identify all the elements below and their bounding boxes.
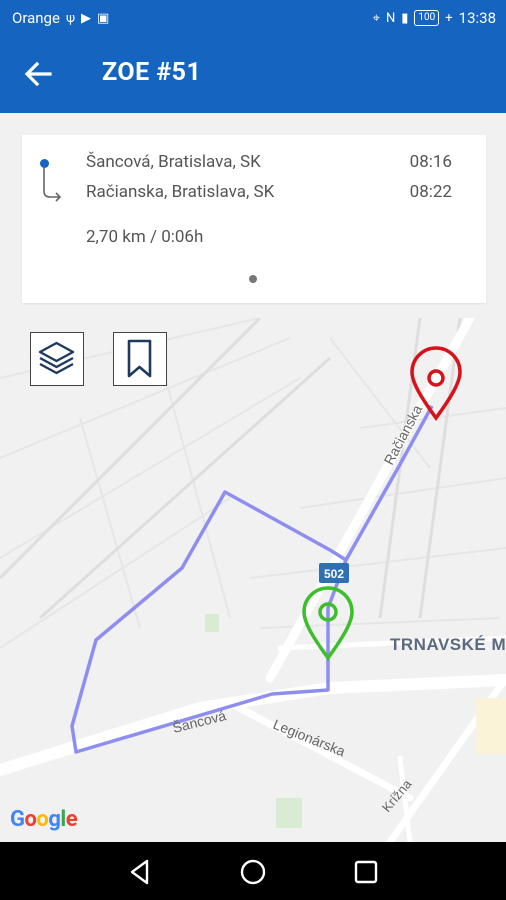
trip-from-time: 08:16: [409, 152, 452, 172]
building-area: [476, 698, 506, 754]
layers-button[interactable]: [30, 332, 84, 386]
circle-home-icon: [240, 859, 266, 885]
trip-summary: 2,70 km / 0:06h: [86, 227, 204, 247]
clock: 13:38: [458, 9, 496, 27]
trip-from: Šancová, Bratislava, SK: [86, 152, 261, 172]
app-bar: ZOE #51: [0, 36, 506, 113]
status-left: Orange ψ ▶ ▣: [12, 9, 109, 27]
back-button[interactable]: [18, 56, 58, 92]
arrow-back-icon: [24, 61, 52, 87]
signal-icon: ▮: [401, 10, 409, 26]
trip-to-time: 08:22: [409, 182, 452, 202]
trip-to: Račianska, Bratislava, SK: [86, 182, 275, 202]
system-nav-bar: [0, 842, 506, 900]
page-title: ZOE #51: [102, 58, 202, 87]
carrier-name: Orange: [12, 9, 60, 27]
page-indicator[interactable]: [249, 275, 257, 283]
android-icon: ▣: [97, 10, 110, 26]
triangle-back-icon: [130, 859, 149, 885]
bookmark-icon: [127, 339, 152, 378]
status-bar: Orange ψ ▶ ▣ ⌖ N ▮ 100 + 13:38: [0, 0, 506, 36]
usb-icon: ψ: [65, 10, 76, 26]
street-label-legionarska: Legionárska: [271, 716, 348, 759]
trip-card-area: Šancová, Bratislava, SK 08:16 Račianska,…: [0, 113, 506, 318]
map-canvas[interactable]: 502 Račianska Šancová Legionárska Krížna…: [0, 318, 506, 842]
bookmark-button[interactable]: [113, 332, 167, 386]
road-badge: 502: [319, 563, 349, 583]
battery-icon: 100: [414, 10, 440, 26]
location-icon: ⌖: [372, 10, 380, 26]
nav-home-button[interactable]: [237, 856, 269, 888]
charging-icon: +: [445, 10, 453, 26]
square-recents-icon: [354, 860, 378, 884]
route-arrow-icon: [43, 167, 62, 202]
nfc-icon: N: [385, 10, 396, 26]
map-view[interactable]: 502 Račianska Šancová Legionárska Krížna…: [0, 318, 506, 842]
trip-card[interactable]: Šancová, Bratislava, SK 08:16 Račianska,…: [22, 135, 486, 303]
status-right: ⌖ N ▮ 100 + 13:38: [373, 9, 496, 27]
youtube-icon: ▶: [81, 10, 92, 26]
layers-icon: [38, 341, 75, 375]
nav-back-button[interactable]: [124, 856, 156, 888]
google-logo: Google: [10, 807, 78, 832]
svg-text:502: 502: [324, 567, 344, 581]
nav-recents-button[interactable]: [350, 856, 382, 888]
area-label-trnavske: TRNAVSKÉ M: [390, 635, 506, 654]
